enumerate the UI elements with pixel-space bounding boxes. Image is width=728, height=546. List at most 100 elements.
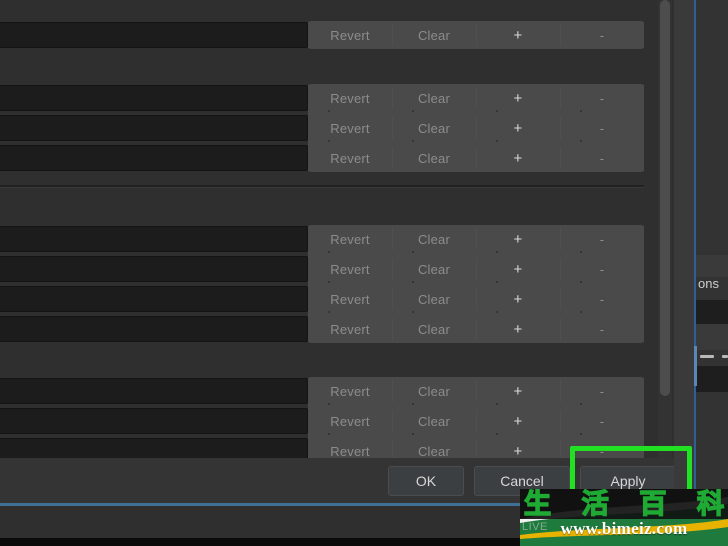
row-name-field[interactable] bbox=[0, 256, 308, 282]
plus-icon: + bbox=[513, 230, 523, 248]
clear-label: Clear bbox=[417, 291, 451, 307]
remove-button[interactable]: - bbox=[560, 378, 644, 404]
revert-label: Revert bbox=[330, 150, 370, 166]
right-panel-scroll-marker[interactable] bbox=[694, 346, 697, 386]
add-button[interactable]: + bbox=[476, 22, 560, 48]
clear-label: Clear bbox=[417, 413, 451, 429]
clear-button[interactable]: Clear bbox=[392, 226, 476, 252]
watermark: 生 活 百 科 LIVE www.bimeiz.com bbox=[520, 489, 728, 546]
revert-button[interactable]: Revert bbox=[308, 85, 392, 111]
settings-scrollbar-thumb[interactable] bbox=[660, 0, 670, 396]
row-name-field[interactable] bbox=[0, 226, 308, 252]
plus-icon: + bbox=[513, 320, 523, 338]
row-button-strip: Revert Clear + - bbox=[308, 316, 644, 342]
clear-label: Clear bbox=[417, 261, 451, 277]
add-button[interactable]: + bbox=[476, 115, 560, 141]
clear-button[interactable]: Clear bbox=[392, 115, 476, 141]
remove-button[interactable]: - bbox=[560, 85, 644, 111]
add-button[interactable]: + bbox=[476, 438, 560, 460]
row-button-strip: Revert Clear + - bbox=[308, 438, 644, 460]
revert-button[interactable]: Revert bbox=[308, 145, 392, 171]
right-panel-row[interactable] bbox=[696, 324, 728, 350]
revert-button[interactable]: Revert bbox=[308, 286, 392, 312]
remove-button[interactable]: - bbox=[560, 226, 644, 252]
revert-label: Revert bbox=[330, 443, 370, 459]
remove-button[interactable]: - bbox=[560, 256, 644, 282]
right-panel-row[interactable] bbox=[696, 255, 728, 277]
right-panel-tick bbox=[700, 355, 714, 358]
clear-button[interactable]: Clear bbox=[392, 145, 476, 171]
watermark-chinese-text: 生 活 百 科 bbox=[523, 489, 724, 521]
clear-button[interactable]: Clear bbox=[392, 378, 476, 404]
add-button[interactable]: + bbox=[476, 316, 560, 342]
revert-button[interactable]: Revert bbox=[308, 408, 392, 434]
row-name-field[interactable] bbox=[0, 85, 308, 111]
remove-button[interactable]: - bbox=[560, 438, 644, 460]
row-name-field[interactable] bbox=[0, 316, 308, 342]
row-name-field[interactable] bbox=[0, 408, 308, 434]
plus-icon: + bbox=[513, 149, 523, 167]
plus-icon: + bbox=[513, 89, 523, 107]
clear-button[interactable]: Clear bbox=[392, 438, 476, 460]
application-window: Revert Clear + - Revert Clear + - Revert… bbox=[0, 0, 728, 546]
remove-button[interactable]: - bbox=[560, 115, 644, 141]
revert-button[interactable]: Revert bbox=[308, 256, 392, 282]
clear-label: Clear bbox=[417, 90, 451, 106]
clear-button[interactable]: Clear bbox=[392, 408, 476, 434]
remove-button[interactable]: - bbox=[560, 286, 644, 312]
add-button[interactable]: + bbox=[476, 408, 560, 434]
row-name-field[interactable] bbox=[0, 145, 308, 171]
apply-label: Apply bbox=[610, 473, 646, 489]
add-button[interactable]: + bbox=[476, 378, 560, 404]
revert-label: Revert bbox=[330, 231, 370, 247]
revert-label: Revert bbox=[330, 90, 370, 106]
add-button[interactable]: + bbox=[476, 226, 560, 252]
row-name-field[interactable] bbox=[0, 378, 308, 404]
remove-button[interactable]: - bbox=[560, 408, 644, 434]
section-separator bbox=[0, 185, 644, 188]
clear-label: Clear bbox=[417, 27, 451, 43]
clear-label: Clear bbox=[417, 321, 451, 337]
revert-button[interactable]: Revert bbox=[308, 378, 392, 404]
revert-button[interactable]: Revert bbox=[308, 316, 392, 342]
add-button[interactable]: + bbox=[476, 145, 560, 171]
clear-button[interactable]: Clear bbox=[392, 85, 476, 111]
revert-label: Revert bbox=[330, 321, 370, 337]
remove-button[interactable]: - bbox=[560, 145, 644, 171]
revert-button[interactable]: Revert bbox=[308, 115, 392, 141]
plus-icon: + bbox=[513, 442, 523, 460]
row-name-field[interactable] bbox=[0, 22, 308, 48]
settings-dialog: Revert Clear + - Revert Clear + - Revert… bbox=[0, 0, 700, 460]
clear-button[interactable]: Clear bbox=[392, 286, 476, 312]
revert-button[interactable]: Revert bbox=[308, 438, 392, 460]
watermark-char-1: 生 bbox=[523, 489, 552, 520]
clear-label: Clear bbox=[417, 120, 451, 136]
row-button-strip: Revert Clear + - bbox=[308, 286, 644, 312]
watermark-char-2: 活 bbox=[581, 489, 610, 520]
plus-icon: + bbox=[513, 260, 523, 278]
clear-button[interactable]: Clear bbox=[392, 22, 476, 48]
add-button[interactable]: + bbox=[476, 286, 560, 312]
add-button[interactable]: + bbox=[476, 256, 560, 282]
plus-icon: + bbox=[513, 119, 523, 137]
right-panel-row[interactable] bbox=[696, 300, 728, 324]
minus-icon: - bbox=[599, 261, 605, 277]
row-button-strip: Revert Clear + - bbox=[308, 408, 644, 434]
watermark-char-3: 百 bbox=[639, 489, 668, 520]
add-button[interactable]: + bbox=[476, 85, 560, 111]
row-name-field[interactable] bbox=[0, 438, 308, 460]
clear-button[interactable]: Clear bbox=[392, 256, 476, 282]
ok-button[interactable]: OK bbox=[388, 466, 464, 496]
clear-button[interactable]: Clear bbox=[392, 316, 476, 342]
revert-button[interactable]: Revert bbox=[308, 226, 392, 252]
ok-label: OK bbox=[415, 473, 437, 489]
row-name-field[interactable] bbox=[0, 115, 308, 141]
revert-button[interactable]: Revert bbox=[308, 22, 392, 48]
row-name-field[interactable] bbox=[0, 286, 308, 312]
right-panel-row[interactable] bbox=[696, 366, 728, 392]
clear-label: Clear bbox=[417, 150, 451, 166]
row-button-strip: Revert Clear + - bbox=[308, 22, 644, 48]
remove-button[interactable]: - bbox=[560, 316, 644, 342]
revert-label: Revert bbox=[330, 383, 370, 399]
remove-button[interactable]: - bbox=[560, 22, 644, 48]
